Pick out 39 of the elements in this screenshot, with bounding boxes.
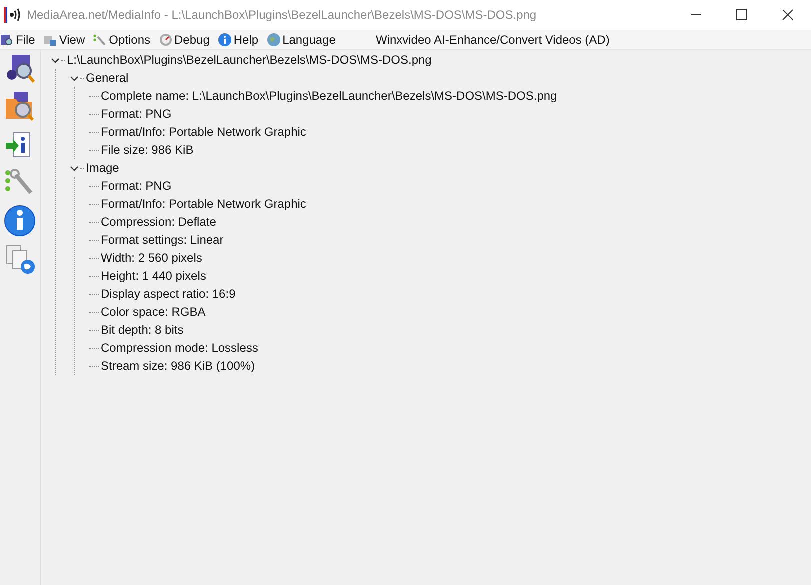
menu-item[interactable]: Debug: [174, 30, 210, 48]
tree-item[interactable]: Bit depth: 8 bits: [100, 321, 185, 339]
app-logo-icon: [4, 7, 22, 23]
tree-item[interactable]: Format: PNG: [100, 177, 173, 195]
tree-item[interactable]: File size: 986 KiB: [100, 141, 195, 159]
tree-item[interactable]: Format settings: Linear: [100, 231, 225, 249]
tree-item[interactable]: Compression mode: Lossless: [100, 339, 260, 357]
collapse-chevron-icon[interactable]: [70, 74, 79, 82]
tree-item[interactable]: Stream size: 986 KiB (100%): [100, 357, 256, 375]
window-title: MediaArea.net/MediaInfo - L:\LaunchBox\Plugins\BezelLauncher\Bezels\MS-DOS\MS-DOS.png: [27, 7, 538, 24]
menu-item[interactable]: Options: [109, 30, 150, 48]
menu-item[interactable]: Help: [234, 30, 259, 48]
folder-search-icon[interactable]: [4, 91, 36, 123]
menu-item[interactable]: Winxvideo AI-Enhance/Convert Videos (AD): [376, 30, 610, 48]
menu-item[interactable]: File: [16, 30, 36, 48]
menu-item[interactable]: Language: [282, 30, 336, 48]
file-icon: [0, 32, 14, 46]
tree-item[interactable]: Image: [85, 159, 120, 177]
tree-item[interactable]: Format: PNG: [100, 105, 173, 123]
tree-item[interactable]: Compression: Deflate: [100, 213, 218, 231]
globe-icon: [266, 32, 281, 46]
tree-item[interactable]: Display aspect ratio: 16:9: [100, 285, 237, 303]
info-icon: [218, 32, 232, 46]
tree-item[interactable]: General: [85, 69, 130, 87]
collapse-chevron-icon[interactable]: [70, 164, 79, 172]
tree-item[interactable]: Format/Info: Portable Network Graphic: [100, 123, 308, 141]
documents-globe-icon[interactable]: [4, 243, 36, 275]
tree-item[interactable]: Width: 2 560 pixels: [100, 249, 204, 267]
gauge-icon: [158, 32, 172, 46]
collapse-chevron-icon[interactable]: [51, 56, 60, 64]
tree-item[interactable]: Color space: RGBA: [100, 303, 207, 321]
info-icon[interactable]: [4, 205, 36, 237]
tree-item[interactable]: L:\LaunchBox\Plugins\BezelLauncher\Bezels\MS-DOS\MS-DOS.png: [66, 51, 433, 69]
tree-item[interactable]: Height: 1 440 pixels: [100, 267, 208, 285]
wrench-icon: [93, 32, 108, 46]
menu-item[interactable]: View: [59, 30, 86, 48]
tree-item[interactable]: Complete name: L:\LaunchBox\Plugins\BezelLauncher\Bezels\MS-DOS\MS-DOS.png: [100, 87, 558, 105]
tree-item[interactable]: Format/Info: Portable Network Graphic: [100, 195, 308, 213]
music-file-icon[interactable]: [4, 53, 36, 85]
